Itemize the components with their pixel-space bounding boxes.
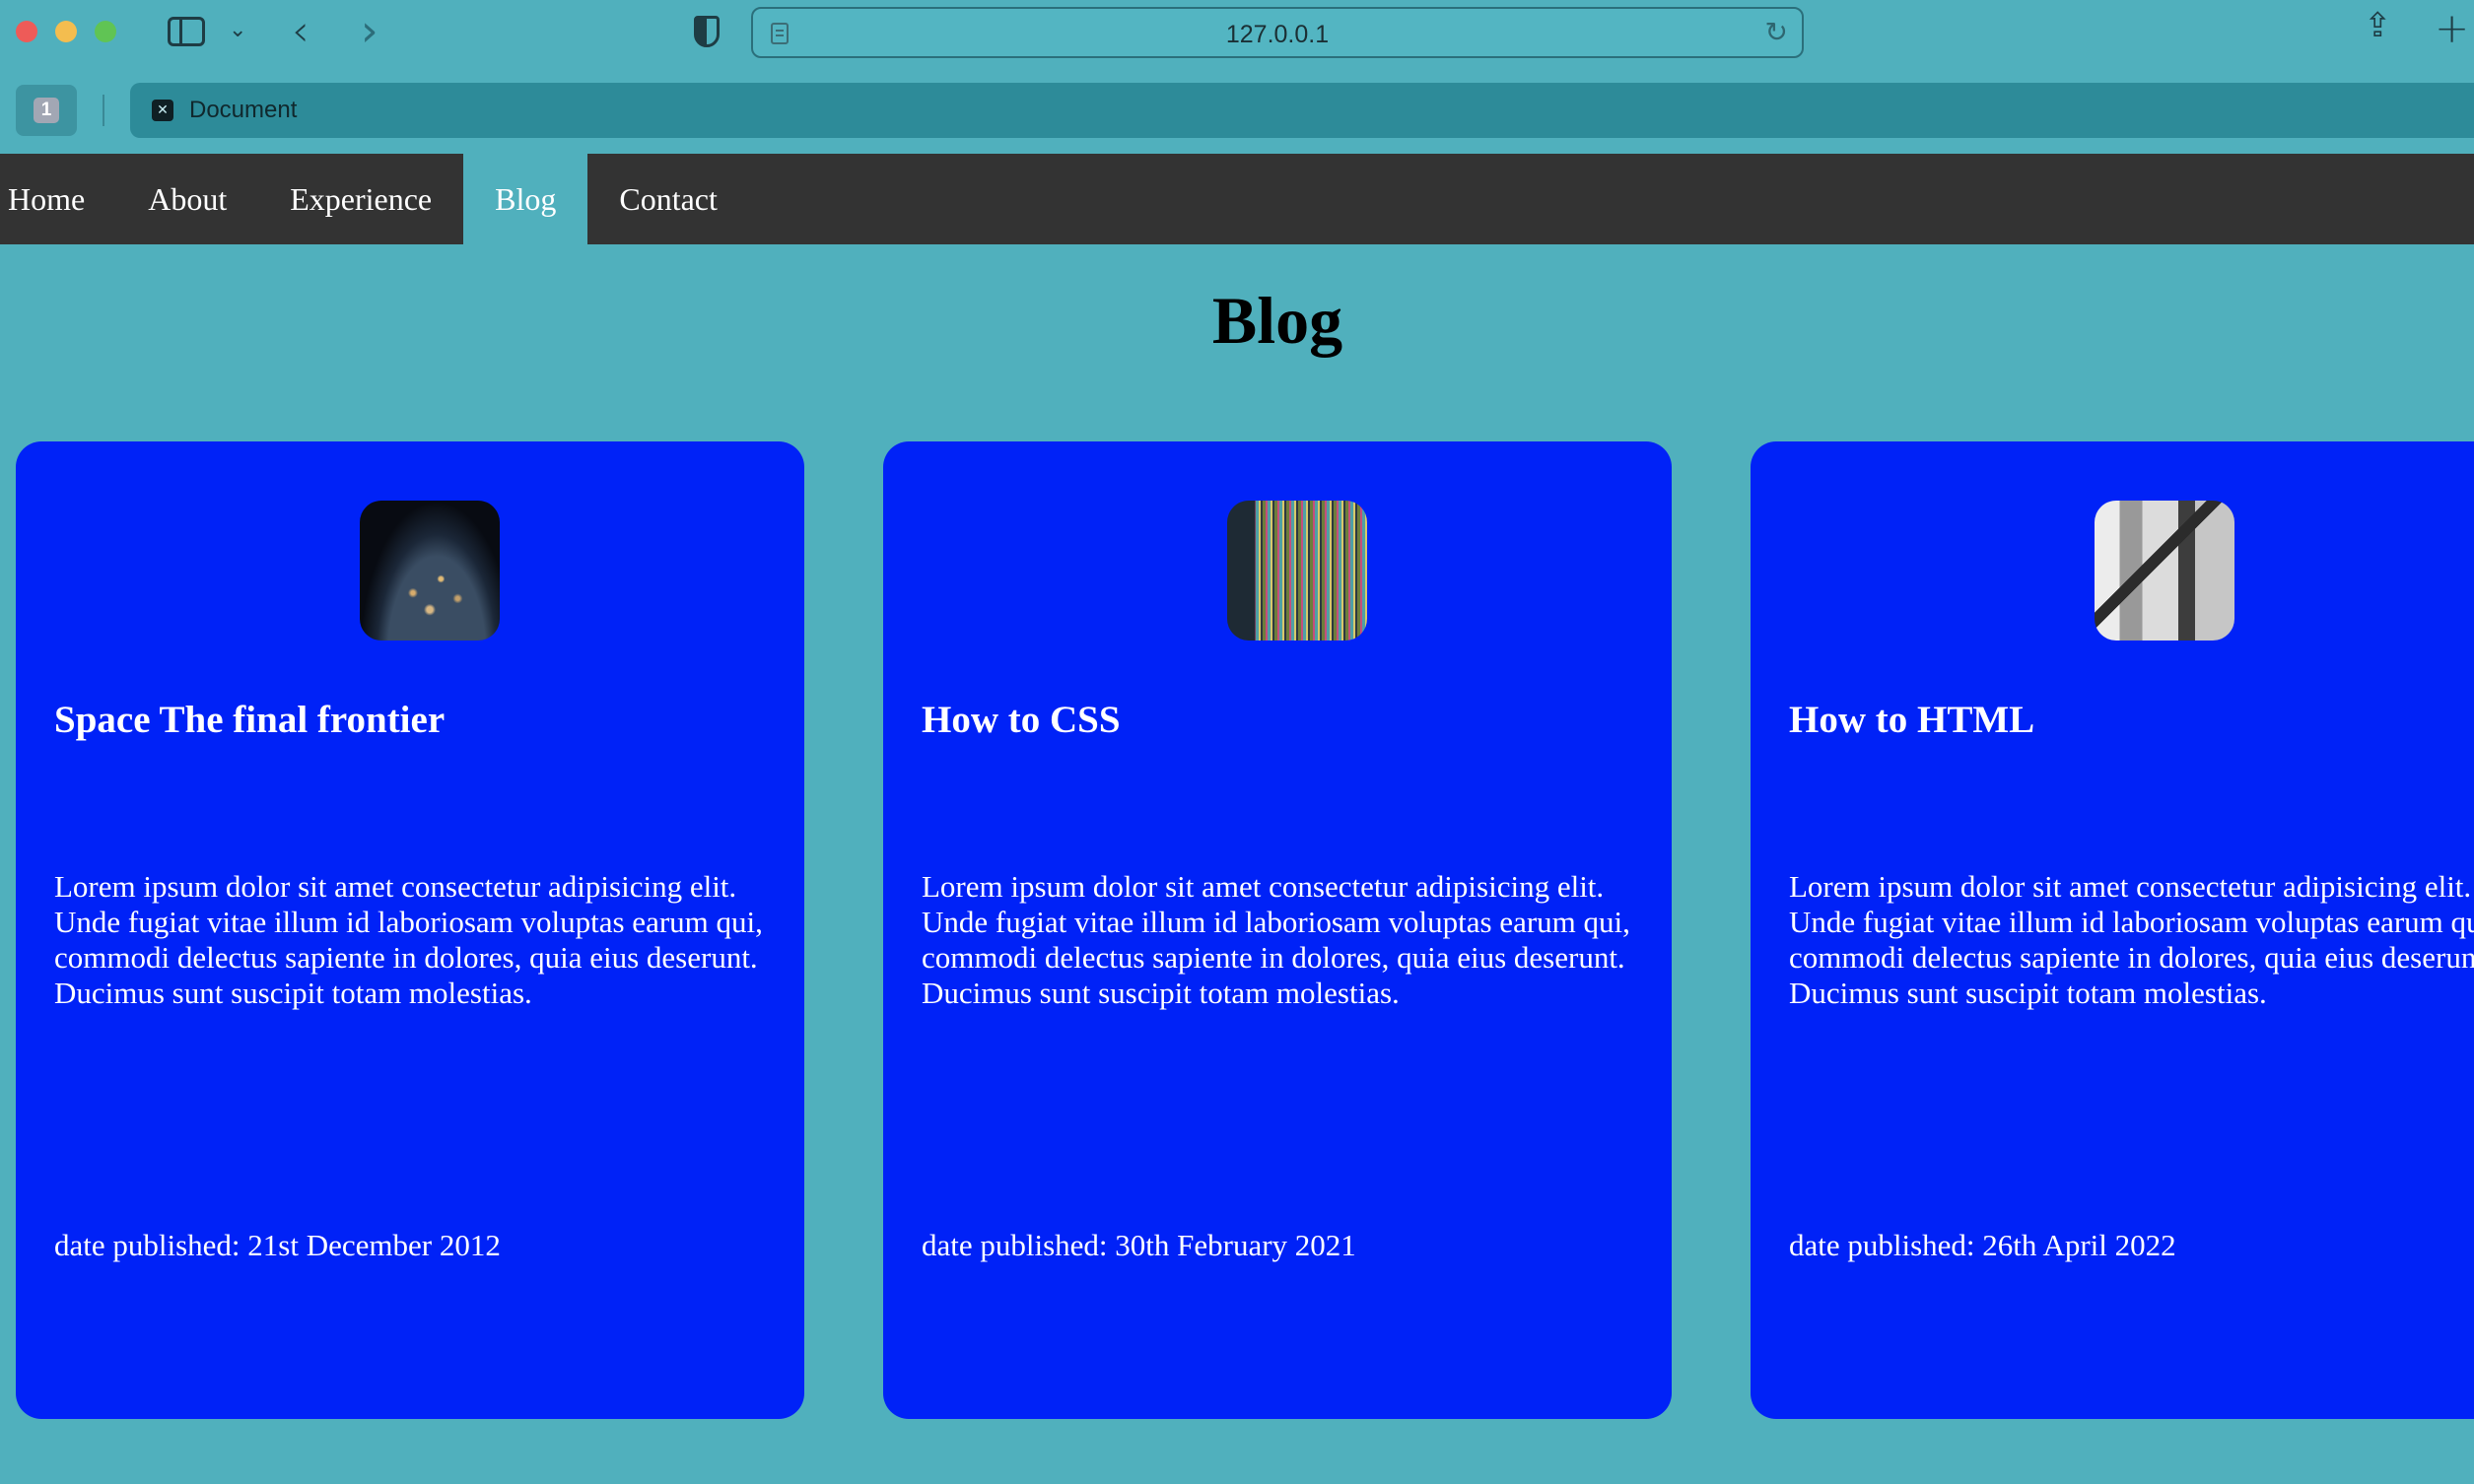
blog-card: How to CSS Lorem ipsum dolor sit amet co… (883, 441, 1672, 1419)
tab-overview-button[interactable]: 1 (16, 85, 77, 136)
browser-toolbar: ⌄ ‹ › 127.0.0.1 ↻ ⇪ + (0, 0, 2474, 63)
nav-link-about[interactable]: About (116, 154, 258, 244)
zoom-window-button[interactable] (95, 21, 116, 42)
tab-count-badge: 1 (34, 98, 59, 123)
minimize-window-button[interactable] (55, 21, 77, 42)
nav-link-home[interactable]: Home (0, 154, 116, 244)
new-tab-plus-icon[interactable]: + (2435, 4, 2469, 52)
nav-link-contact[interactable]: Contact (587, 154, 749, 244)
blog-card: How to HTML Lorem ipsum dolor sit amet c… (1751, 441, 2474, 1419)
post-body: Lorem ipsum dolor sit amet consectetur a… (1789, 869, 2474, 1010)
url-text: 127.0.0.1 (1225, 21, 1330, 48)
address-bar[interactable]: 127.0.0.1 ↻ (751, 7, 1804, 58)
post-body: Lorem ipsum dolor sit amet consectetur a… (922, 869, 1630, 1010)
post-title: How to HTML (1789, 699, 2035, 741)
page-title: Blog (1211, 283, 1343, 358)
post-date: date published: 30th February 2021 (922, 1228, 1356, 1262)
post-date: date published: 21st December 2012 (54, 1228, 501, 1262)
forward-arrow-icon[interactable]: › (361, 6, 378, 56)
back-arrow-icon[interactable]: ‹ (292, 6, 309, 56)
blog-card: Space The final frontier Lorem ipsum dol… (16, 441, 804, 1419)
close-window-button[interactable] (16, 21, 37, 42)
nav-link-blog[interactable]: Blog (463, 154, 588, 244)
tab-divider (103, 95, 104, 126)
reload-icon[interactable]: ↻ (1765, 16, 1788, 48)
chevron-down-icon[interactable]: ⌄ (229, 18, 246, 42)
post-thumbnail (360, 501, 500, 641)
post-body: Lorem ipsum dolor sit amet consectetur a… (54, 869, 763, 1010)
tab-document[interactable]: ✕ Document (130, 83, 2474, 138)
site-navbar: Home About Experience Blog Contact (0, 154, 2474, 244)
post-thumbnail (1227, 501, 1367, 641)
nav-link-experience[interactable]: Experience (258, 154, 463, 244)
post-title: Space The final frontier (54, 699, 446, 741)
post-thumbnail (2095, 501, 2234, 641)
sidebar-icon[interactable] (168, 17, 205, 46)
favicon-icon: ✕ (152, 100, 173, 121)
share-icon[interactable]: ⇪ (2364, 6, 2392, 45)
privacy-shield-icon[interactable] (694, 16, 720, 47)
post-date: date published: 26th April 2022 (1789, 1228, 2176, 1262)
post-title: How to CSS (922, 699, 1121, 741)
tab-title: Document (189, 97, 298, 123)
